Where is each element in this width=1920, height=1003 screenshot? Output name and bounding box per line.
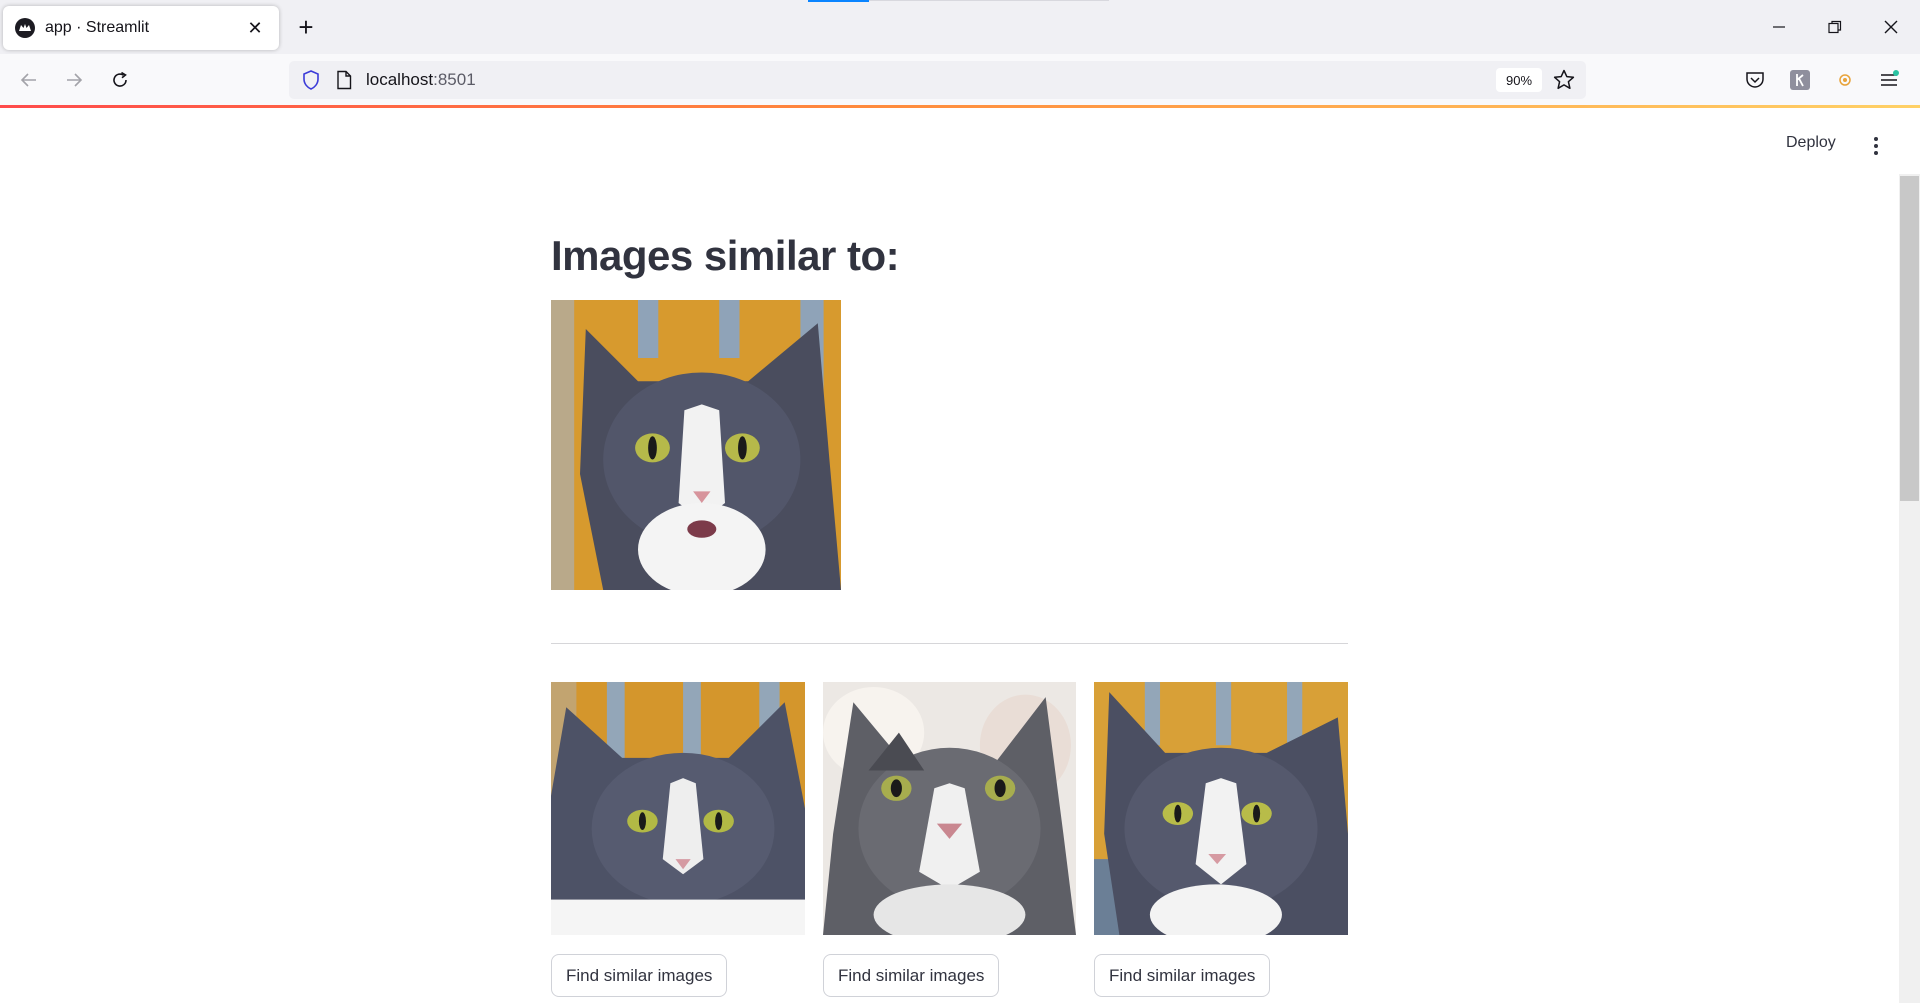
tab-indicator <box>808 0 869 2</box>
forward-icon[interactable] <box>58 64 90 96</box>
menu-icon[interactable] <box>1876 67 1902 93</box>
result-cat-image-2 <box>823 682 1076 935</box>
browser-tab[interactable]: app · Streamlit ✕ <box>3 6 279 50</box>
url-bar[interactable]: localhost:8501 90% <box>289 61 1586 99</box>
minimize-icon[interactable] <box>1764 12 1794 42</box>
tab-indicator-secondary <box>869 0 1109 1</box>
tab-title: app · Streamlit <box>45 19 150 36</box>
streamlit-favicon-icon <box>15 18 35 38</box>
new-tab-plus-icon[interactable]: + <box>292 12 320 42</box>
result-cat-image-1 <box>551 682 805 935</box>
back-icon[interactable] <box>13 64 45 96</box>
url-text[interactable]: localhost:8501 <box>366 70 476 90</box>
deploy-button[interactable]: Deploy <box>1786 134 1836 152</box>
main-menu-kebab-icon[interactable] <box>1866 134 1886 158</box>
star-icon[interactable] <box>1552 68 1576 92</box>
page-icon <box>337 70 352 90</box>
result-cat-image-3 <box>1094 682 1348 935</box>
extension-icon[interactable] <box>1787 67 1813 93</box>
browser-tab-bar: app · Streamlit ✕ + <box>0 0 1920 54</box>
shield-icon[interactable] <box>300 69 322 91</box>
window-close-icon[interactable] <box>1876 12 1906 42</box>
find-similar-button-3[interactable]: Find similar images <box>1094 954 1271 997</box>
streamlit-header-decoration <box>0 105 1920 108</box>
reload-icon[interactable] <box>104 64 136 96</box>
find-similar-button-2[interactable]: Find similar images <box>823 954 1000 997</box>
browser-nav-bar: localhost:8501 90% <box>0 54 1920 106</box>
divider <box>551 643 1348 644</box>
query-cat-image <box>551 300 841 590</box>
close-tab-icon[interactable]: ✕ <box>243 16 267 40</box>
zoom-level-badge[interactable]: 90% <box>1496 68 1542 92</box>
addon-icon[interactable] <box>1832 67 1858 93</box>
restore-icon[interactable] <box>1820 12 1850 42</box>
pocket-icon[interactable] <box>1742 67 1768 93</box>
page-title: Images similar to: <box>551 232 900 279</box>
scrollbar-thumb[interactable] <box>1900 176 1919 501</box>
find-similar-button-1[interactable]: Find similar images <box>551 954 728 997</box>
